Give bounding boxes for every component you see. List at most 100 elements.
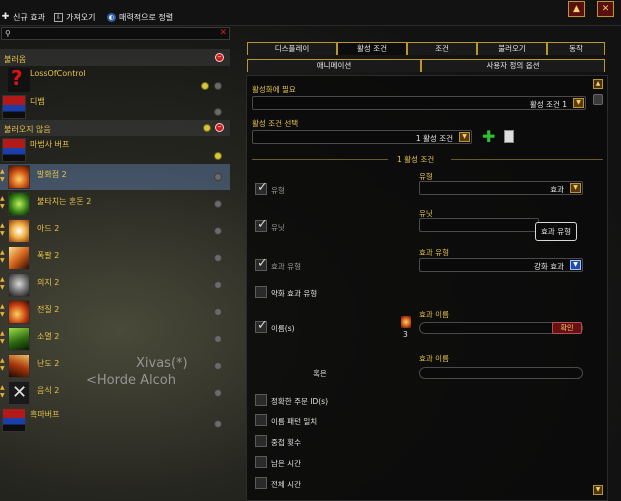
divider	[451, 159, 603, 160]
group-toggle-icon[interactable]	[214, 389, 222, 397]
list-item[interactable]: ▲ ▼ 폭팔 2	[0, 245, 230, 271]
tab-actions[interactable]: 동작	[547, 42, 605, 55]
stack-count-checkbox[interactable]	[255, 435, 267, 447]
name-checkbox[interactable]: ✓	[255, 318, 268, 333]
group-loaded[interactable]: 불러옴 –	[0, 49, 230, 66]
minimize-icon: ▲	[573, 4, 580, 14]
visibility-icon[interactable]	[201, 82, 209, 90]
duplicate-trigger-icon[interactable]	[504, 130, 514, 143]
chevron-down-icon[interactable]: ▼	[570, 183, 581, 193]
confirm-label: 확인	[560, 324, 574, 332]
debuff-type-checkbox[interactable]	[255, 286, 267, 298]
item-label: LossOfControl	[30, 69, 86, 78]
collapse-icon[interactable]: –	[215, 123, 224, 132]
group-toggle-icon[interactable]	[214, 200, 222, 208]
group-toggle-icon[interactable]	[214, 281, 222, 289]
group-toggle-icon[interactable]	[214, 254, 222, 262]
move-arrows-icon[interactable]: ▲ ▼	[0, 303, 7, 319]
tab-conditions[interactable]: 조건	[407, 42, 477, 55]
tab-display[interactable]: 디스플레이	[247, 42, 337, 55]
checkbox-label: 유닛	[271, 223, 285, 232]
group-toggle-icon[interactable]	[214, 227, 222, 235]
tab-trigger[interactable]: 활성 조건	[337, 42, 407, 55]
scroll-thumb[interactable]	[593, 94, 603, 105]
add-trigger-icon[interactable]: ✚	[482, 129, 495, 145]
total-time-checkbox[interactable]	[255, 477, 267, 489]
item-label: 의지 2	[37, 278, 60, 287]
new-aura-button[interactable]: ✚ 신규 효과	[1, 10, 45, 24]
minimize-button[interactable]: ▲	[568, 1, 585, 17]
group-toggle-icon[interactable]	[214, 362, 222, 370]
aura-type-dropdown[interactable]: 강화 효과 ▼	[419, 258, 583, 272]
list-item[interactable]: ▲ ▼ 전질 2	[0, 299, 230, 325]
scrollbar[interactable]: ▲ ▼	[593, 79, 603, 497]
group-toggle-icon[interactable]	[214, 420, 222, 428]
chevron-down-icon[interactable]: ▼	[570, 260, 581, 270]
move-arrows-icon[interactable]: ▲ ▼	[0, 276, 7, 292]
checkbox-label: 효과 유형	[271, 262, 301, 271]
group-not-loaded[interactable]: 불러오지 않음 –	[0, 120, 230, 136]
options-panel: 디스플레이 활성 조건 조건 불러오기 동작 애니메이션 사용자 정의 옵션 활…	[237, 27, 621, 501]
tab-custom-options[interactable]: 사용자 정의 옵션	[421, 59, 605, 72]
group-toggle-icon[interactable]	[214, 308, 222, 316]
sort-button[interactable]: ◐ 매력적으로 정렬	[107, 10, 173, 24]
aura-type-checkbox[interactable]: ✓	[255, 256, 268, 271]
tab-label: 애니메이션	[316, 61, 352, 70]
list-item[interactable]: 흑마버프	[0, 407, 230, 432]
move-arrows-icon[interactable]: ▲ ▼	[0, 195, 7, 211]
list-item[interactable]: ▲ ▼ 불타치는 혼돈 2	[0, 191, 230, 217]
import-button[interactable]: ⇩ 가져오기	[54, 10, 95, 24]
clear-search-icon[interactable]: ✕	[219, 28, 227, 38]
type-dropdown[interactable]: 효과 ▼	[419, 181, 583, 195]
group-toggle-icon[interactable]	[214, 82, 222, 90]
move-arrows-icon[interactable]: ▲ ▼	[0, 330, 7, 346]
group-icon	[2, 408, 26, 432]
item-label: 디뱀	[30, 97, 45, 106]
remaining-time-checkbox[interactable]	[255, 456, 267, 468]
section-title: 1 활성 조건	[397, 155, 435, 164]
scroll-up-icon[interactable]: ▲	[593, 79, 603, 89]
fire-icon	[401, 316, 411, 328]
list-item[interactable]: ▲ ▼ 소멸 2	[0, 326, 230, 352]
scroll-down-icon[interactable]: ▼	[593, 485, 603, 495]
close-button[interactable]: ✕	[597, 1, 614, 17]
name-pattern-checkbox[interactable]	[255, 414, 267, 426]
checkbox-label: 전체 시간	[271, 480, 301, 489]
visibility-icon[interactable]	[214, 152, 222, 160]
group-toggle-icon[interactable]	[214, 335, 222, 343]
move-arrows-icon[interactable]: ▲ ▼	[0, 357, 7, 373]
list-item[interactable]: 마법사 버프	[0, 137, 230, 163]
list-item[interactable]: ▲ ▼ 의지 2	[0, 272, 230, 298]
aura-name-input-2[interactable]	[419, 367, 583, 379]
list-item[interactable]: 디뱀	[0, 94, 230, 119]
visibility-icon[interactable]	[203, 124, 211, 132]
orb-icon	[8, 219, 30, 243]
aura-name-input[interactable]: 확인	[419, 322, 583, 334]
tab-animations[interactable]: 애니메이션	[247, 59, 421, 72]
list-item[interactable]: ▲ ▼ 아드 2	[0, 218, 230, 244]
tab-load[interactable]: 불러오기	[477, 42, 547, 55]
item-label: 음식 2	[37, 386, 60, 395]
move-arrows-icon[interactable]: ▲ ▼	[0, 168, 7, 184]
select-trigger-dropdown[interactable]: 1 활성 조건 ▼	[252, 130, 472, 144]
tab-label: 조건	[435, 44, 449, 53]
unit-dropdown[interactable]	[419, 218, 539, 232]
list-item[interactable]: ? LossOfControl	[0, 67, 230, 93]
cross-icon: ✕	[8, 381, 30, 405]
move-arrows-icon[interactable]: ▲ ▼	[0, 249, 7, 265]
chevron-down-icon[interactable]: ▼	[459, 132, 470, 142]
confirm-button[interactable]: 확인	[552, 322, 582, 334]
search-input[interactable]: ⚲ ✕	[1, 27, 230, 40]
group-toggle-icon[interactable]	[214, 173, 222, 181]
required-dropdown[interactable]: 활성 조건 1 ▼	[252, 96, 586, 110]
type-checkbox[interactable]: ✓	[255, 180, 268, 195]
collapse-icon[interactable]: –	[215, 53, 224, 62]
unit-checkbox[interactable]: ✓	[255, 217, 268, 232]
move-arrows-icon[interactable]: ▲ ▼	[0, 384, 7, 400]
list-item[interactable]: ▲ ▼ 발화점 2	[0, 164, 230, 190]
group-toggle-icon[interactable]	[214, 108, 222, 116]
exact-spellid-checkbox[interactable]	[255, 394, 267, 406]
trigger-panel: 활성화에 필요 활성 조건 1 ▼ 활성 조건 선택 1 활성 조건 ▼ ✚ 1…	[246, 75, 608, 501]
chevron-down-icon[interactable]: ▼	[573, 98, 584, 108]
move-arrows-icon[interactable]: ▲ ▼	[0, 222, 7, 238]
